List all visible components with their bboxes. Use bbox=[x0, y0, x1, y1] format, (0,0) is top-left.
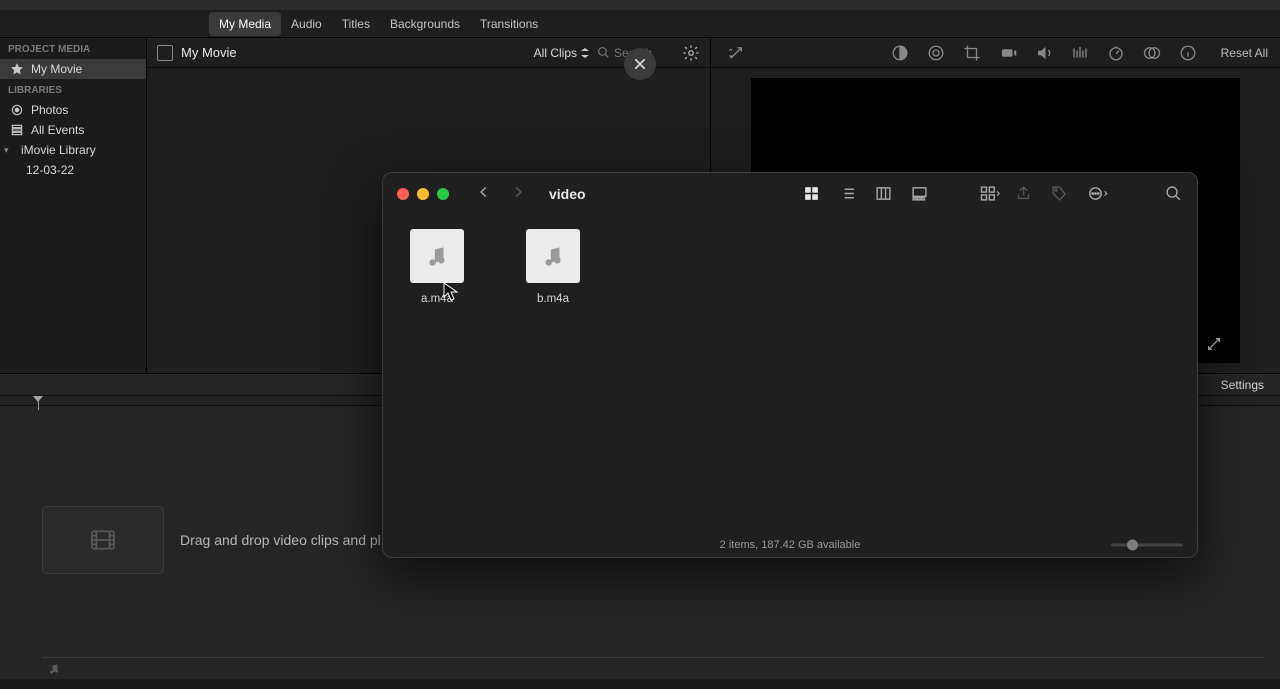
tab-my-media[interactable]: My Media bbox=[209, 12, 281, 36]
sidebar-item-label: My Movie bbox=[31, 62, 82, 76]
volume-icon[interactable] bbox=[1035, 44, 1053, 62]
expand-icon[interactable] bbox=[1206, 336, 1222, 352]
sidebar-item-my-movie[interactable]: My Movie bbox=[0, 59, 146, 79]
window-minimize-button[interactable] bbox=[417, 188, 429, 200]
sidebar-item-imovie-library[interactable]: ▾ iMovie Library bbox=[0, 140, 146, 160]
timeline-settings-button[interactable]: Settings bbox=[1221, 378, 1264, 392]
finder-window: video a.m4a b.m4a bbox=[382, 172, 1198, 558]
gear-icon[interactable] bbox=[682, 44, 700, 62]
finder-title: video bbox=[549, 186, 586, 202]
reset-all-button[interactable]: Reset All bbox=[1221, 46, 1268, 60]
view-icons-button[interactable] bbox=[803, 185, 821, 203]
group-by-button[interactable] bbox=[979, 185, 997, 203]
tab-backgrounds[interactable]: Backgrounds bbox=[380, 12, 470, 36]
nav-back-button[interactable] bbox=[477, 185, 495, 203]
sidebar-header-project-media: PROJECT MEDIA bbox=[0, 38, 146, 59]
finder-titlebar[interactable]: video bbox=[383, 173, 1197, 215]
tab-transitions[interactable]: Transitions bbox=[470, 12, 548, 36]
action-menu-button[interactable] bbox=[1087, 185, 1105, 203]
sidebar-item-label: iMovie Library bbox=[21, 143, 96, 157]
sidebar-item-date[interactable]: 12-03-22 bbox=[0, 160, 146, 180]
info-icon[interactable] bbox=[1179, 44, 1197, 62]
finder-search-button[interactable] bbox=[1165, 185, 1183, 203]
chevron-down-icon[interactable]: ▾ bbox=[4, 145, 14, 156]
file-label: a.m4a bbox=[421, 293, 453, 305]
tab-titles[interactable]: Titles bbox=[332, 12, 380, 36]
share-button[interactable] bbox=[1015, 185, 1033, 203]
search-icon bbox=[597, 46, 610, 59]
clip-filter[interactable]: All Clips bbox=[534, 46, 589, 60]
playhead-line[interactable] bbox=[38, 396, 39, 410]
window-controls bbox=[397, 188, 449, 200]
stack-icon bbox=[10, 123, 24, 137]
tags-button[interactable] bbox=[1051, 185, 1069, 203]
photos-icon bbox=[10, 103, 24, 117]
sidebar-item-label: Photos bbox=[31, 103, 68, 117]
music-note-icon bbox=[48, 663, 60, 675]
sidebar-item-label: All Events bbox=[31, 123, 84, 137]
finder-body[interactable]: a.m4a b.m4a bbox=[383, 215, 1197, 533]
window-zoom-button[interactable] bbox=[437, 188, 449, 200]
close-overlay-button[interactable] bbox=[624, 48, 656, 80]
star-icon bbox=[10, 62, 24, 76]
speed-icon[interactable] bbox=[1107, 44, 1125, 62]
sidebar-item-all-events[interactable]: All Events bbox=[0, 120, 146, 140]
clip-filter-icon[interactable] bbox=[1143, 44, 1161, 62]
crop-icon[interactable] bbox=[963, 44, 981, 62]
media-title: My Movie bbox=[181, 45, 237, 60]
viewer-toolbar: Reset All bbox=[711, 38, 1280, 68]
media-tabs: My Media Audio Titles Backgrounds Transi… bbox=[0, 10, 1280, 38]
window-close-button[interactable] bbox=[397, 188, 409, 200]
sidebar-header-libraries: LIBRARIES bbox=[0, 79, 146, 100]
sidebar: PROJECT MEDIA My Movie LIBRARIES Photos … bbox=[0, 38, 147, 373]
color-balance-icon[interactable] bbox=[891, 44, 909, 62]
finder-status-bar: 2 items, 187.42 GB available bbox=[383, 533, 1197, 557]
film-icon bbox=[89, 529, 117, 551]
filmstrip-toggle-icon[interactable] bbox=[157, 45, 173, 61]
nav-forward-button[interactable] bbox=[511, 185, 529, 203]
slider-knob[interactable] bbox=[1127, 540, 1138, 551]
audio-file-icon bbox=[526, 229, 580, 283]
icon-size-slider[interactable] bbox=[1111, 544, 1183, 547]
view-gallery-button[interactable] bbox=[911, 185, 929, 203]
timeline-slot[interactable] bbox=[42, 506, 164, 574]
sidebar-item-photos[interactable]: Photos bbox=[0, 100, 146, 120]
file-item[interactable]: b.m4a bbox=[517, 229, 589, 519]
file-label: b.m4a bbox=[537, 293, 569, 305]
view-columns-button[interactable] bbox=[875, 185, 893, 203]
color-correction-icon[interactable] bbox=[927, 44, 945, 62]
view-list-button[interactable] bbox=[839, 185, 857, 203]
audio-track[interactable] bbox=[42, 657, 1264, 679]
file-item[interactable]: a.m4a bbox=[401, 229, 473, 519]
noise-reduction-icon[interactable] bbox=[1071, 44, 1089, 62]
tab-audio[interactable]: Audio bbox=[281, 12, 332, 36]
close-icon bbox=[632, 56, 648, 72]
enhance-icon[interactable] bbox=[727, 44, 745, 62]
timeline-drop-hint: Drag and drop video clips and pl bbox=[180, 532, 381, 548]
stabilization-icon[interactable] bbox=[999, 44, 1017, 62]
audio-file-icon bbox=[410, 229, 464, 283]
